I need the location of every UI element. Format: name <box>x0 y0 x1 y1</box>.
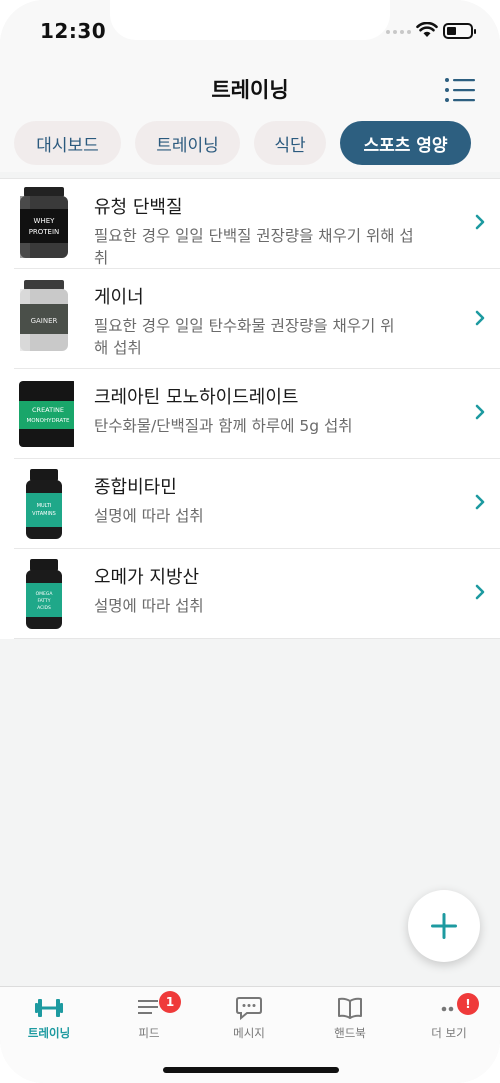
tab-dashboard[interactable]: 대시보드 <box>14 121 121 165</box>
supplement-name: 크레아틴 모노하이드레이트 <box>94 387 299 408</box>
gainer-jar-icon: GAINER <box>20 280 68 351</box>
list-item-gainer[interactable]: GAINER 게이너 필요한 경우 일일 탄수화물 권장량을 채우기 위해 섭취 <box>14 269 500 369</box>
status-bar: 12:30 <box>0 0 500 62</box>
app-screen: 12:30 트레이닝 대시보드 트레이닝 식단 스포츠 영양 WHEY PROT… <box>0 0 500 1083</box>
supplement-name: 게이너 <box>94 287 144 308</box>
device-notch <box>110 0 390 40</box>
omega-bottle-icon: OMEGA FATTY ACIDS <box>26 559 62 629</box>
feed-icon <box>138 1000 158 1014</box>
svg-text:ACIDS: ACIDS <box>37 605 51 611</box>
page-title: 트레이닝 <box>211 78 289 102</box>
svg-text:GAINER: GAINER <box>31 317 58 325</box>
svg-text:OMEGA: OMEGA <box>36 591 54 597</box>
supplement-description: 탄수화물/단백질과 함께 하루에 5g 섭취 <box>94 417 353 435</box>
tabbar-label: 트레이닝 <box>27 1026 71 1040</box>
supplement-description: 필요한 경우 일일 단백질 권장량을 채우기 위해 섭취 <box>94 227 414 267</box>
supplement-name: 오메가 지방산 <box>94 567 200 588</box>
creatine-jar-icon: CREATINE MONOHYDRATE <box>19 381 74 447</box>
tabbar-label: 메시지 <box>233 1026 265 1040</box>
tab-sports-nutrition[interactable]: 스포츠 영양 <box>340 121 471 165</box>
home-indicator <box>163 1067 339 1073</box>
segment-tabs: 대시보드 트레이닝 식단 스포츠 영양 <box>14 121 471 165</box>
supplement-name: 종합비타민 <box>94 477 177 498</box>
list-item-whey-protein[interactable]: WHEY PROTEIN 유청 단백질 필요한 경우 일일 단백질 권장량을 채… <box>14 179 500 269</box>
more-badge: ! <box>457 993 479 1015</box>
chat-icon <box>236 997 262 1021</box>
tabbar-item-more[interactable]: ! 더 보기 <box>404 993 494 1041</box>
tabbar-item-training[interactable]: 트레이닝 <box>4 995 94 1041</box>
tab-diet[interactable]: 식단 <box>254 121 326 165</box>
chevron-right-icon <box>475 494 485 510</box>
supplement-list: WHEY PROTEIN 유청 단백질 필요한 경우 일일 단백질 권장량을 채… <box>0 178 500 639</box>
whey-protein-jar-icon: WHEY PROTEIN <box>20 187 68 258</box>
add-button[interactable] <box>408 890 480 962</box>
list-menu-icon[interactable] <box>444 76 476 104</box>
svg-text:PROTEIN: PROTEIN <box>29 228 60 236</box>
chevron-right-icon <box>475 584 485 600</box>
supplement-description: 설명에 따라 섭취 <box>94 597 204 615</box>
multivitamin-bottle-icon: MULTI VITAMINS <box>26 469 62 539</box>
tabbar-label: 더 보기 <box>431 1026 467 1040</box>
supplement-name: 유청 단백질 <box>94 197 183 218</box>
svg-text:VITAMINS: VITAMINS <box>32 511 56 517</box>
list-item-multivitamin[interactable]: MULTI VITAMINS 종합비타민 설명에 따라 섭취 <box>14 459 500 549</box>
plus-icon <box>431 913 457 939</box>
svg-text:MONOHYDRATE: MONOHYDRATE <box>26 418 70 424</box>
list-item-creatine[interactable]: CREATINE MONOHYDRATE 크레아틴 모노하이드레이트 탄수화물/… <box>14 369 500 459</box>
tabbar-item-handbook[interactable]: 핸드북 <box>305 995 395 1041</box>
chevron-right-icon <box>475 310 485 326</box>
wifi-icon <box>416 22 438 37</box>
feed-badge: 1 <box>159 991 181 1013</box>
svg-text:FATTY: FATTY <box>37 598 50 604</box>
chevron-right-icon <box>475 214 485 230</box>
tabbar-label: 피드 <box>138 1026 160 1040</box>
battery-icon <box>443 23 476 39</box>
book-icon <box>338 997 362 1019</box>
tabbar-item-feed[interactable]: 1 피드 <box>104 991 194 1041</box>
header: 트레이닝 대시보드 트레이닝 식단 스포츠 영양 <box>0 62 500 172</box>
chevron-right-icon <box>475 404 485 420</box>
status-time: 12:30 <box>40 19 107 43</box>
svg-text:MULTI: MULTI <box>37 503 52 509</box>
dumbbell-icon <box>35 999 63 1017</box>
supplement-description: 필요한 경우 일일 탄수화물 권장량을 채우기 위해 섭취 <box>94 317 395 357</box>
tab-training[interactable]: 트레이닝 <box>135 121 240 165</box>
svg-text:WHEY: WHEY <box>34 217 56 225</box>
supplement-description: 설명에 따라 섭취 <box>94 507 204 525</box>
svg-text:CREATINE: CREATINE <box>32 406 64 414</box>
list-item-omega[interactable]: OMEGA FATTY ACIDS 오메가 지방산 설명에 따라 섭취 <box>14 549 500 639</box>
tabbar-item-messages[interactable]: 메시지 <box>204 995 294 1041</box>
tabbar-label: 핸드북 <box>334 1026 366 1040</box>
cellular-signal-icon <box>386 30 411 34</box>
